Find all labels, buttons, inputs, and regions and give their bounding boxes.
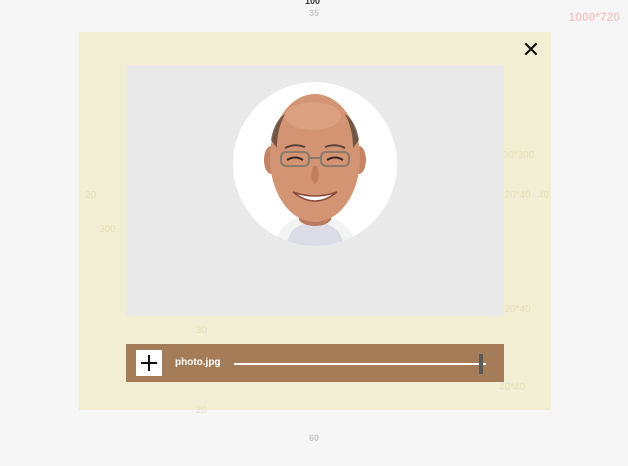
spec-top-label: 100 [305,0,321,6]
upload-modal: 100*300 20 120*40 40 300 120*40 40*40 30… [79,32,551,416]
spec-top-sub: 35 [309,8,320,18]
avatar-crop-circle[interactable] [233,82,397,246]
file-name-label: photo.jpg [175,357,221,368]
close-icon[interactable]: ✕ [521,39,541,61]
spec-dim-c: 40 [538,190,550,201]
spec-bottom-left: 20 [196,405,208,416]
spec-bottom-label: 60 [309,433,320,443]
canvas-size-label: 1000*720 [568,10,620,24]
zoom-slider-track [234,363,486,365]
plus-icon [141,355,157,371]
spec-dim-f: 40*40 [499,382,526,393]
upload-toolbar: photo.jpg [126,344,504,382]
zoom-slider-handle[interactable] [478,354,483,374]
spec-dim-d: 300 [99,224,116,235]
spec-mid-label: 30 [196,325,208,336]
zoom-slider[interactable] [234,354,486,374]
add-photo-button[interactable] [136,350,162,376]
spec-left-mark: 20 [85,190,97,201]
portrait-image [264,94,366,246]
image-preview [126,65,504,316]
